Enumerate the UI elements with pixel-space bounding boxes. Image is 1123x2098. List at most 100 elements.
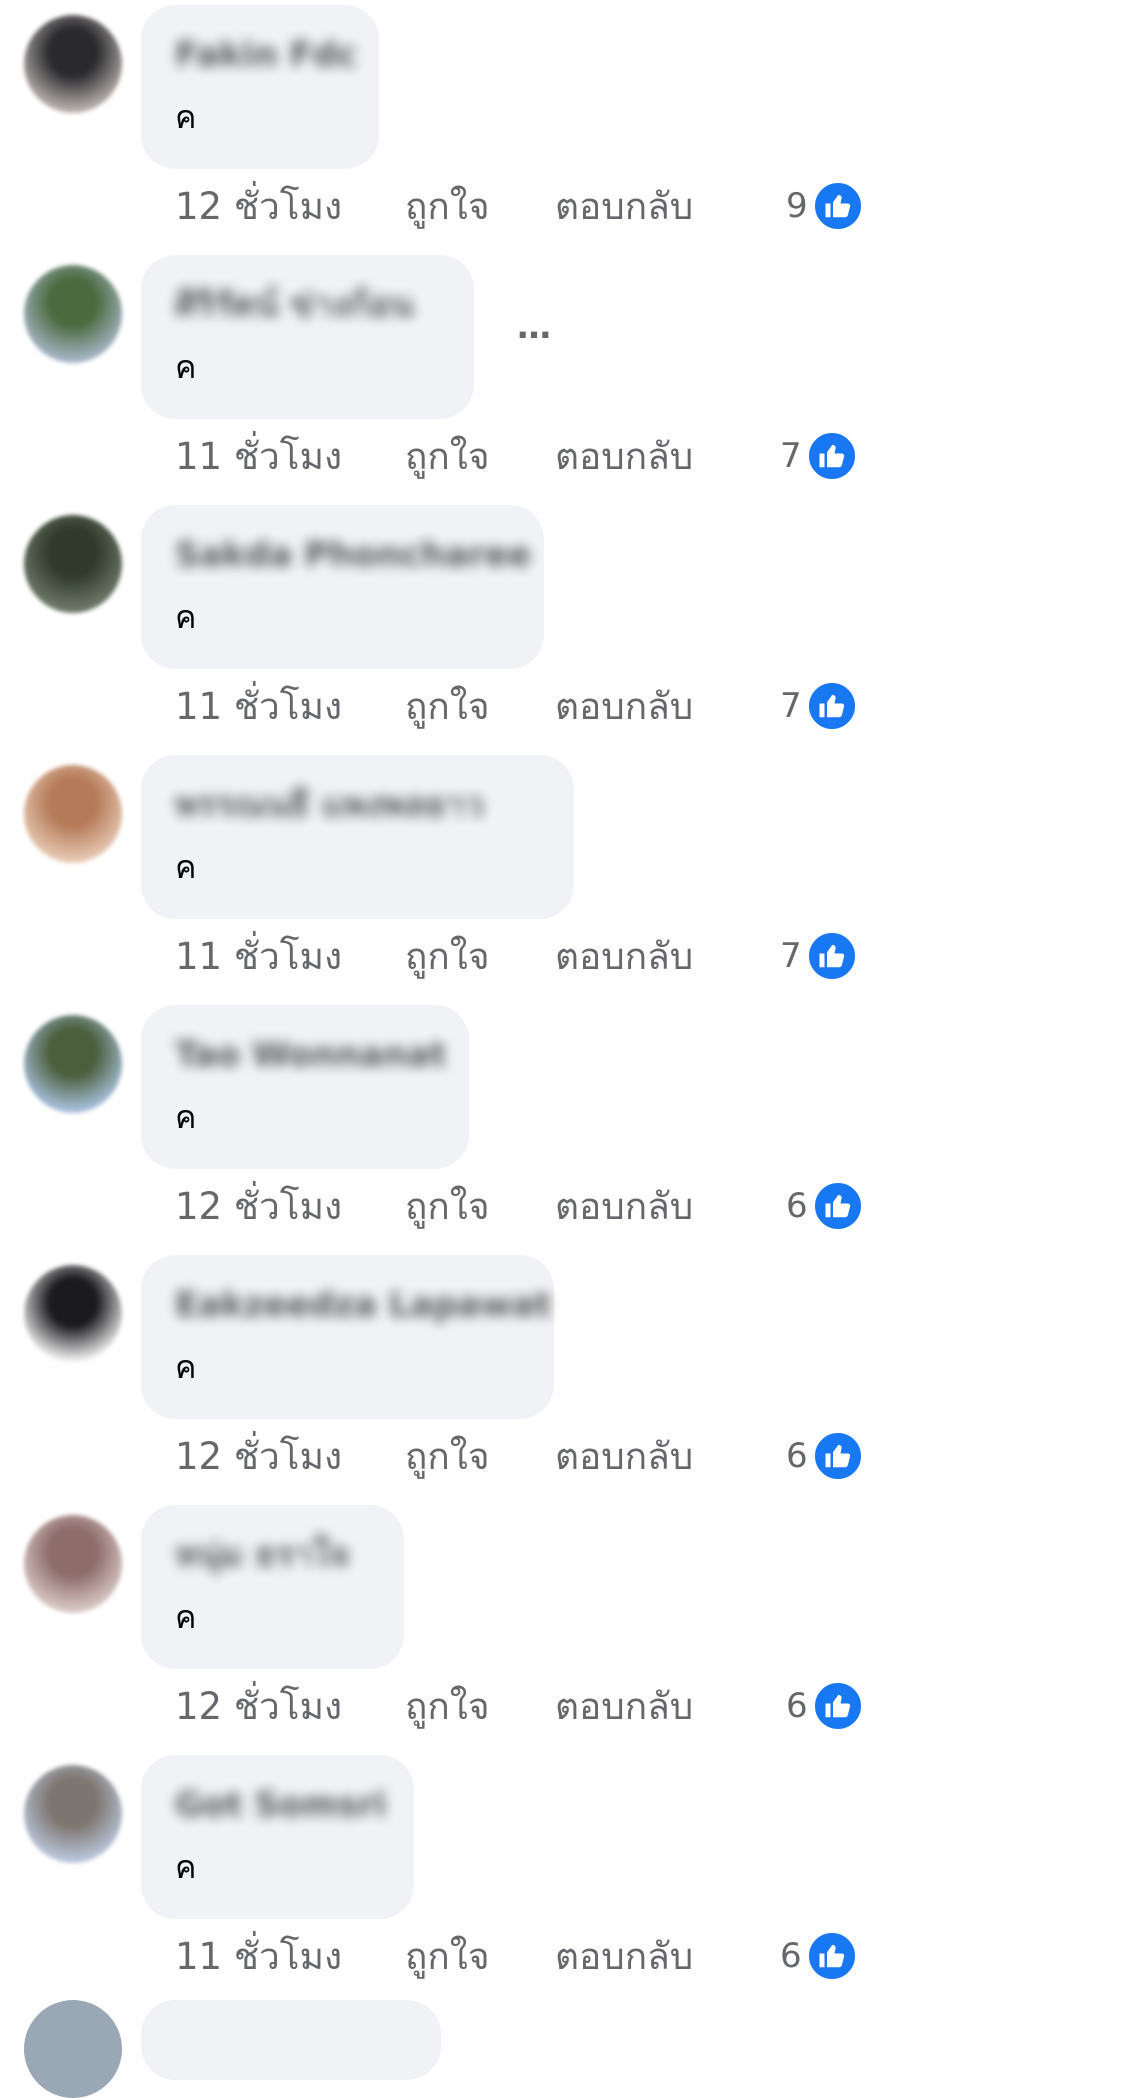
reply-button[interactable]: ตอบกลับ [555,1427,785,1486]
comment-actions: 12 ชั่วโมง ถูกใจ ตอบกลับ [175,181,785,231]
thumbs-up-icon [811,1180,864,1232]
like-count: 6 [786,1436,808,1476]
comment: หนุ่ม ธราใจ ค 12 ชั่วโมง ถูกใจ ตอบกลับ 6 [0,1505,1123,1755]
thumbs-up-icon [811,180,864,232]
thumbs-up-icon [805,680,858,732]
avatar[interactable] [24,2000,122,2098]
like-button[interactable]: ถูกใจ [405,927,555,986]
like-count: 7 [780,686,802,726]
like-button[interactable]: ถูกใจ [405,1427,555,1486]
reaction-summary[interactable]: 6 [786,1180,864,1232]
thumbs-up-icon [805,430,858,482]
comment: Fakin Fdc ค 12 ชั่วโมง ถูกใจ ตอบกลับ 9 [0,5,1123,255]
comment-bubble: Got Somsri ค [141,1755,414,1919]
comment-actions: 12 ชั่วโมง ถูกใจ ตอบกลับ [175,1181,785,1231]
comment-text: ค [175,1348,197,1386]
comment-actions: 11 ชั่วโมง ถูกใจ ตอบกลับ [175,431,785,481]
comment: Tao Wonnanat ค 12 ชั่วโมง ถูกใจ ตอบกลับ … [0,1005,1123,1255]
like-count: 6 [786,1186,808,1226]
thumbs-up-icon [805,1930,858,1982]
like-button[interactable]: ถูกใจ [405,1177,555,1236]
reaction-summary[interactable]: 6 [786,1430,864,1482]
comment-timestamp[interactable]: 12 ชั่วโมง [175,1177,405,1236]
comments-screen: { "labels": { "like": "ถูกใจ", "reply": … [0,0,1123,2098]
reaction-summary[interactable]: 7 [780,930,858,982]
reply-button[interactable]: ตอบกลับ [555,427,785,486]
comment-bubble [141,2000,441,2080]
comment-timestamp[interactable]: 12 ชั่วโมง [175,1427,405,1486]
commenter-name[interactable]: Fakin Fdc [175,35,357,75]
comment-text: ค [175,848,197,886]
commenter-name[interactable]: หนุ่ม ธราใจ [175,1535,350,1575]
comment: ศิริรัตน์ ข่างก้อน ค … 11 ชั่วโมง ถูกใจ … [0,255,1123,505]
avatar[interactable] [24,765,122,863]
comment-timestamp[interactable]: 11 ชั่วโมง [175,427,405,486]
like-button[interactable]: ถูกใจ [405,677,555,736]
like-button[interactable]: ถูกใจ [405,177,555,236]
comment: Sakda Phoncharee ค 11 ชั่วโมง ถูกใจ ตอบก… [0,505,1123,755]
avatar[interactable] [24,265,122,363]
reply-button[interactable]: ตอบกลับ [555,677,785,736]
comment-timestamp[interactable]: 11 ชั่วโมง [175,1927,405,1986]
comment-bubble: พรรณนธี แพงพลยาว ค [141,755,574,919]
reply-button[interactable]: ตอบกลับ [555,1927,785,1986]
reply-button[interactable]: ตอบกลับ [555,1677,785,1736]
like-button[interactable]: ถูกใจ [405,427,555,486]
like-count: 6 [786,1686,808,1726]
comment-actions: 12 ชั่วโมง ถูกใจ ตอบกลับ [175,1681,785,1731]
comment-timestamp[interactable]: 11 ชั่วโมง [175,677,405,736]
comment-text: ค [175,1848,197,1886]
comment-bubble: หนุ่ม ธราใจ ค [141,1505,404,1669]
reply-button[interactable]: ตอบกลับ [555,1177,785,1236]
comment-bubble: Tao Wonnanat ค [141,1005,469,1169]
comment-timestamp[interactable]: 11 ชั่วโมง [175,927,405,986]
comment-actions: 12 ชั่วโมง ถูกใจ ตอบกลับ [175,1431,785,1481]
comment-actions: 11 ชั่วโมง ถูกใจ ตอบกลับ [175,931,785,981]
thumbs-up-icon [811,1680,864,1732]
commenter-name[interactable]: Tao Wonnanat [175,1035,446,1075]
like-count: 7 [780,936,802,976]
avatar[interactable] [24,1015,122,1113]
comment-timestamp[interactable]: 12 ชั่วโมง [175,177,405,236]
avatar[interactable] [24,515,122,613]
like-count: 9 [786,186,808,226]
comment: Got Somsri ค 11 ชั่วโมง ถูกใจ ตอบกลับ 6 [0,1755,1123,2005]
reaction-summary[interactable]: 6 [780,1930,858,1982]
reaction-summary[interactable]: 6 [786,1680,864,1732]
avatar[interactable] [24,1265,122,1363]
reaction-summary[interactable]: 9 [786,180,864,232]
comment-bubble: Fakin Fdc ค [141,5,379,169]
comment-text: ค [175,598,197,636]
thumbs-up-icon [805,930,858,982]
thumbs-up-icon [811,1430,864,1482]
comment-bubble: ศิริรัตน์ ข่างก้อน ค [141,255,474,419]
comment-actions: 11 ชั่วโมง ถูกใจ ตอบกลับ [175,1931,785,1981]
reply-button[interactable]: ตอบกลับ [555,927,785,986]
comment-text: ค [175,1598,197,1636]
comment-timestamp[interactable]: 12 ชั่วโมง [175,1677,405,1736]
commenter-name[interactable]: Sakda Phoncharee [175,535,531,575]
reaction-summary[interactable]: 7 [780,430,858,482]
comment: พรรณนธี แพงพลยาว ค 11 ชั่วโมง ถูกใจ ตอบก… [0,755,1123,1005]
like-count: 6 [780,1936,802,1976]
avatar[interactable] [24,1515,122,1613]
comment-text: ค [175,1098,197,1136]
commenter-name[interactable]: Got Somsri [175,1785,386,1825]
commenter-name[interactable]: ศิริรัตน์ ข่างก้อน [175,285,413,325]
commenter-name[interactable]: พรรณนธี แพงพลยาว [175,785,484,825]
commenter-name[interactable]: Eakzeedza Lapawat [175,1285,551,1325]
comment-bubble: Sakda Phoncharee ค [141,505,544,669]
avatar[interactable] [24,1765,122,1863]
reaction-summary[interactable]: 7 [780,680,858,732]
comment-text: ค [175,98,197,136]
more-options-button[interactable]: … [517,307,552,347]
like-button[interactable]: ถูกใจ [405,1677,555,1736]
comment-bubble: Eakzeedza Lapawat ค [141,1255,554,1419]
reply-button[interactable]: ตอบกลับ [555,177,785,236]
comment-text: ค [175,348,197,386]
comment: Eakzeedza Lapawat ค 12 ชั่วโมง ถูกใจ ตอบ… [0,1255,1123,1505]
comment-actions: 11 ชั่วโมง ถูกใจ ตอบกลับ [175,681,785,731]
avatar[interactable] [24,15,122,113]
like-count: 7 [780,436,802,476]
like-button[interactable]: ถูกใจ [405,1927,555,1986]
